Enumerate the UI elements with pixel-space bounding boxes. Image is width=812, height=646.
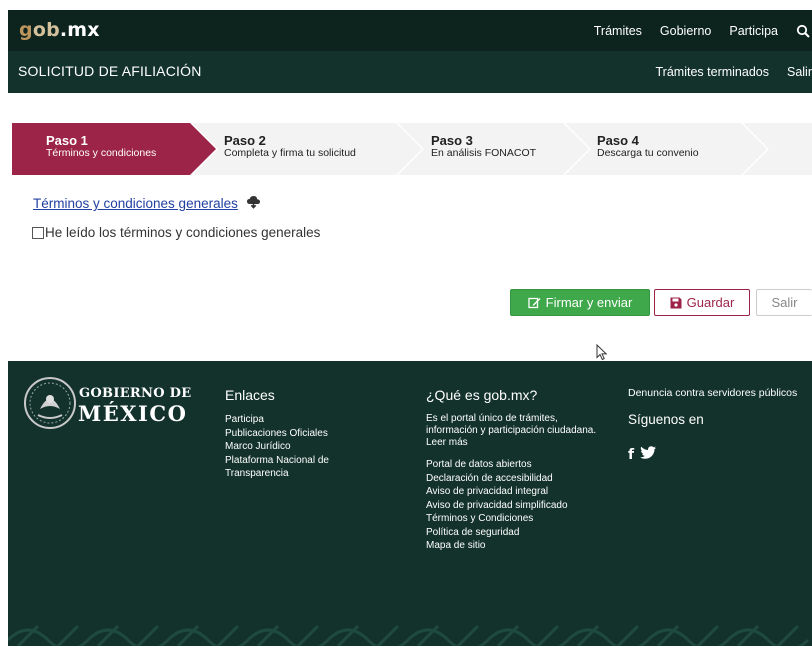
salir-link[interactable]: Salir	[787, 65, 812, 79]
gobmx-logo[interactable]: gob.mx	[19, 19, 100, 41]
coat-of-arms-logo	[24, 377, 76, 429]
sign-and-send-button[interactable]: Firmar y enviar	[510, 289, 650, 316]
step-3[interactable]: Paso 3 En análisis FONACOT	[431, 134, 536, 160]
top-bar: gob.mx Trámites Gobierno Participa	[8, 10, 812, 51]
footer-link-publicaciones[interactable]: Publicaciones Oficiales	[225, 427, 365, 441]
footer-link-terminos[interactable]: Términos y Condiciones	[426, 512, 606, 526]
terms-link[interactable]: Términos y condiciones generales	[33, 196, 238, 211]
footer-link-privacidad-simplificado[interactable]: Aviso de privacidad simplificado	[426, 499, 606, 513]
footer-gobierno-text: GOBIERNO DE	[79, 386, 192, 401]
tramites-terminados-link[interactable]: Trámites terminados	[656, 65, 769, 79]
footer-links-column: Enlaces Participa Publicaciones Oficiale…	[225, 387, 365, 481]
search-icon[interactable]	[796, 24, 810, 38]
twitter-icon[interactable]	[640, 446, 657, 464]
wizard-steps: Paso 1 Términos y condiciones Paso 2 Com…	[12, 123, 812, 175]
footer-link-marco[interactable]: Marco Jurídico	[225, 440, 365, 454]
terms-checkbox[interactable]	[32, 227, 44, 239]
step-2[interactable]: Paso 2 Completa y firma tu solicitud	[224, 134, 356, 160]
footer-follow-title: Síguenos en	[628, 412, 704, 427]
cloud-download-icon[interactable]	[246, 195, 261, 209]
mouse-cursor-icon	[596, 343, 608, 361]
footer-mexico-text: MÉXICO	[78, 401, 188, 426]
footer: GOBIERNO DE MÉXICO Enlaces Participa Pub…	[8, 361, 812, 646]
step-4[interactable]: Paso 4 Descarga tu convenio	[597, 134, 699, 160]
top-nav: Trámites Gobierno Participa	[594, 10, 812, 51]
nav-tramites[interactable]: Trámites	[594, 24, 642, 38]
page-title: SOLICITUD DE AFILIACIÓN	[18, 63, 202, 79]
footer-decorative-pattern	[8, 624, 810, 646]
sub-header: SOLICITUD DE AFILIACIÓN Trámites termina…	[8, 51, 812, 93]
edit-icon	[528, 297, 541, 309]
footer-denuncia-link[interactable]: Denuncia contra servidores públicos	[628, 387, 812, 399]
footer-link-participa[interactable]: Participa	[225, 413, 365, 427]
footer-link-plataforma[interactable]: Plataforma Nacional de	[225, 454, 365, 468]
footer-link-privacidad-integral[interactable]: Aviso de privacidad integral	[426, 485, 606, 499]
footer-link-mapa[interactable]: Mapa de sitio	[426, 539, 606, 553]
footer-about-desc: Es el portal único de trámites, informac…	[426, 413, 597, 448]
sub-nav: Trámites terminados Salir	[638, 51, 812, 93]
footer-link-accesibilidad[interactable]: Declaración de accesibilidad	[426, 472, 606, 486]
step-1[interactable]: Paso 1 Términos y condiciones	[46, 134, 156, 160]
footer-link-seguridad[interactable]: Política de seguridad	[426, 526, 606, 540]
facebook-icon[interactable]: f	[628, 447, 634, 463]
save-button[interactable]: Guardar	[654, 289, 750, 316]
footer-about-column: ¿Qué es gob.mx? Es el portal único de tr…	[426, 387, 606, 553]
footer-link-transparencia[interactable]: Transparencia	[225, 467, 365, 481]
social-icons: f	[628, 446, 657, 464]
footer-contact-column: Denuncia contra servidores públicos Sígu…	[628, 387, 812, 437]
nav-participa[interactable]: Participa	[729, 24, 778, 38]
footer-about-title: ¿Qué es gob.mx?	[426, 387, 538, 403]
nav-gobierno[interactable]: Gobierno	[660, 24, 711, 38]
footer-links-title: Enlaces	[225, 387, 275, 403]
terms-checkbox-label[interactable]: He leído los términos y condiciones gene…	[45, 225, 320, 240]
footer-link-datos[interactable]: Portal de datos abiertos	[426, 458, 606, 472]
floppy-disk-icon	[670, 297, 682, 308]
exit-button[interactable]: Salir	[756, 289, 812, 316]
